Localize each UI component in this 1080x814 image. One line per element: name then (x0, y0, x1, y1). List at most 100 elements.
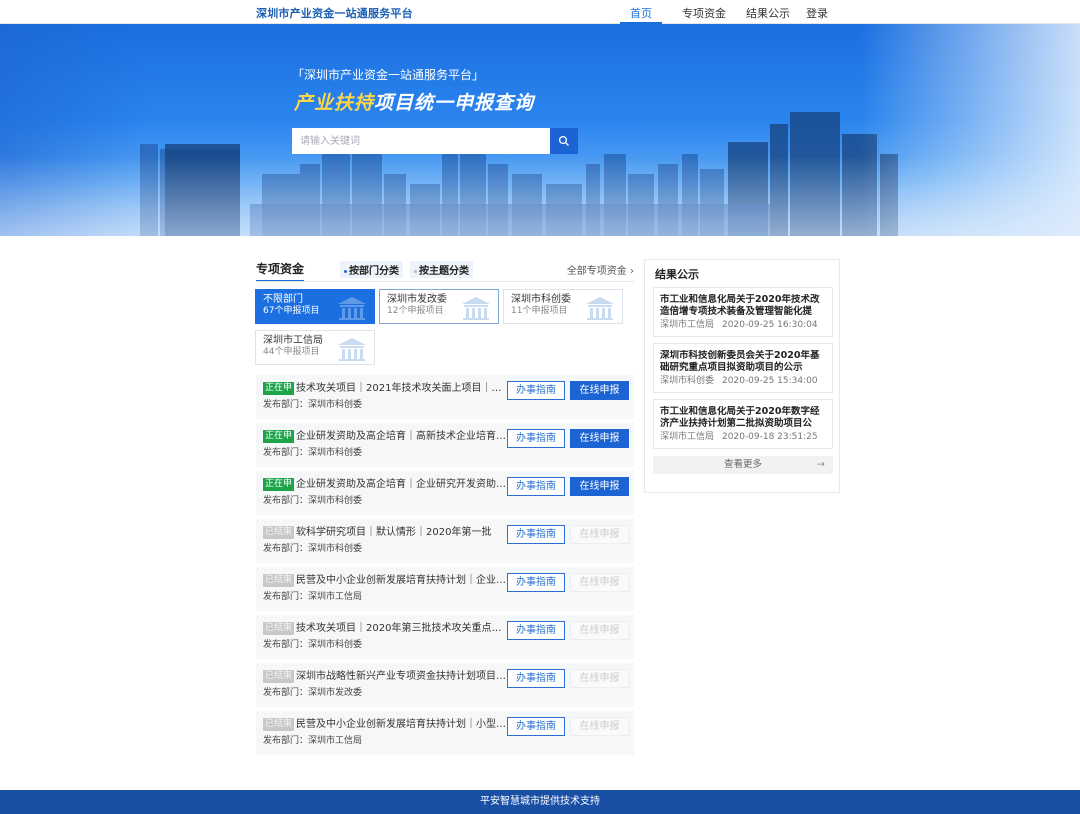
apply-online-button-disabled: 在线申报 (570, 525, 629, 544)
dept-card-miit[interactable]: 深圳市工信局 44个申报项目 (255, 330, 375, 365)
apply-online-button[interactable]: 在线申报 (570, 477, 629, 496)
status-badge: 已结束 (263, 670, 295, 683)
dot-icon (414, 269, 417, 273)
status-badge: 已结束 (263, 526, 295, 539)
banner-title: 产业扶持项目统一申报查询 (294, 88, 534, 115)
project-title[interactable]: 深圳市战略性新兴产业专项资金扶持计划项目审... (296, 670, 506, 683)
building-icon (462, 297, 490, 320)
nav-home[interactable]: 首页 (620, 0, 662, 24)
result-dept: 深圳市工信局 (660, 320, 715, 330)
tabs-divider (256, 281, 634, 282)
apply-online-button[interactable]: 在线申报 (570, 381, 629, 400)
search-input[interactable] (292, 128, 550, 154)
project-item: 正在申 技术攻关项目｜2021年技术攻关面上项目｜2021年... 发布部门：深… (256, 375, 634, 419)
guide-button[interactable]: 办事指南 (507, 429, 565, 448)
project-department: 发布部门：深圳市科创委 (263, 496, 363, 506)
dot-icon (344, 269, 347, 273)
result-title: 市工业和信息化局关于2020年技术改造倍增专项技术装备及管理智能化提升... (660, 294, 820, 317)
result-meta: 深圳市工信局 2020-09-25 16:30:04 (660, 319, 826, 331)
nav-special-funds[interactable]: 专项资金 (682, 0, 726, 24)
banner-subtitle: 「深圳市产业资金一站通服务平台」 (292, 68, 485, 82)
project-department: 发布部门：深圳市科创委 (263, 544, 363, 554)
status-badge: 已结束 (263, 718, 295, 731)
results-title: 结果公示 (655, 268, 699, 281)
main-nav: 首页 专项资金 结果公示 (620, 0, 810, 24)
dept-card-all[interactable]: 不限部门 67个申报项目 (255, 289, 375, 324)
building-icon (586, 297, 614, 320)
chevron-right-icon: › (630, 266, 634, 277)
result-meta: 深圳市工信局 2020-09-18 23:51:25 (660, 431, 826, 443)
project-title[interactable]: 技术攻关项目｜2020年第三批技术攻关重点项... (296, 622, 506, 635)
result-item[interactable]: 市工业和信息化局关于2020年技术改造倍增专项技术装备及管理智能化提升... 深… (653, 287, 833, 337)
project-department: 发布部门：深圳市科创委 (263, 400, 363, 410)
result-meta: 深圳市科创委 2020-09-25 15:34:00 (660, 375, 826, 387)
project-item: 已结束 软科学研究项目｜默认情形｜2020年第一批 发布部门：深圳市科创委 办事… (256, 519, 634, 563)
status-badge: 已结束 (263, 622, 295, 635)
guide-button[interactable]: 办事指南 (507, 669, 565, 688)
guide-button[interactable]: 办事指南 (507, 573, 565, 592)
project-item: 已结束 民营及中小企业创新发展培育扶持计划｜企业国... 发布部门：深圳市工信局… (256, 567, 634, 611)
hero-banner: 「深圳市产业资金一站通服务平台」 产业扶持项目统一申报查询 (0, 24, 1080, 236)
apply-online-button[interactable]: 在线申报 (570, 429, 629, 448)
search-button[interactable] (550, 128, 578, 154)
site-title[interactable]: 深圳市产业资金一站通服务平台 (256, 5, 413, 21)
apply-online-button-disabled: 在线申报 (570, 717, 629, 736)
project-title[interactable]: 企业研发资助及高企培育｜企业研究开发资助｜2021... (296, 478, 506, 491)
project-title[interactable]: 企业研发资助及高企培育｜高新技术企业培育资助... (296, 430, 506, 443)
apply-online-button-disabled: 在线申报 (570, 669, 629, 688)
result-item[interactable]: 市工业和信息化局关于2020年数字经济产业扶持计划第二批拟资助项目公示... 深… (653, 399, 833, 449)
result-dept: 深圳市科创委 (660, 376, 715, 386)
result-title: 市工业和信息化局关于2020年数字经济产业扶持计划第二批拟资助项目公示... (660, 406, 820, 429)
project-title[interactable]: 软科学研究项目｜默认情形｜2020年第一批 (296, 526, 506, 539)
status-badge: 已结束 (263, 574, 295, 587)
project-item: 已结束 技术攻关项目｜2020年第三批技术攻关重点项... 发布部门：深圳市科创… (256, 615, 634, 659)
tab-by-department[interactable]: 按部门分类 (340, 261, 403, 278)
banner-haze (0, 156, 1080, 236)
project-department: 发布部门：深圳市工信局 (263, 592, 363, 602)
project-title[interactable]: 民营及中小企业创新发展培育扶持计划｜小型微... (296, 718, 506, 731)
tab-by-topic[interactable]: 按主题分类 (410, 261, 473, 278)
guide-button[interactable]: 办事指南 (507, 621, 565, 640)
project-item: 正在申 企业研发资助及高企培育｜企业研究开发资助｜2021... 发布部门：深圳… (256, 471, 634, 515)
arrow-right-icon: → (817, 459, 825, 470)
login-link[interactable]: 登录 (806, 5, 828, 21)
result-time: 2020-09-25 16:30:04 (722, 320, 818, 330)
see-more-button[interactable]: 查看更多 → (653, 456, 833, 474)
tab-special-funds[interactable]: 专项资金 (256, 260, 305, 282)
nav-results[interactable]: 结果公示 (746, 0, 790, 24)
project-item: 已结束 民营及中小企业创新发展培育扶持计划｜小型微... 发布部门：深圳市工信局… (256, 711, 634, 755)
all-funds-link[interactable]: 全部专项资金 › (567, 262, 634, 277)
apply-online-button-disabled: 在线申报 (570, 621, 629, 640)
result-time: 2020-09-25 15:34:00 (722, 376, 818, 386)
search-icon (558, 135, 569, 146)
result-item[interactable]: 深圳市科技创新委员会关于2020年基础研究重点项目拟资助项目的公示 深圳市科创委… (653, 343, 833, 393)
building-icon (338, 338, 366, 361)
project-title[interactable]: 技术攻关项目｜2021年技术攻关面上项目｜2021年... (296, 382, 506, 395)
tab-by-topic-label: 按主题分类 (419, 266, 469, 277)
guide-button[interactable]: 办事指南 (507, 717, 565, 736)
result-dept: 深圳市工信局 (660, 432, 715, 442)
dept-card-sti[interactable]: 深圳市科创委 11个申报项目 (503, 289, 623, 324)
guide-button[interactable]: 办事指南 (507, 477, 565, 496)
footer: 平安智慧城市提供技术支持 (0, 790, 1080, 814)
see-more-label: 查看更多 (723, 459, 762, 470)
project-department: 发布部门：深圳市工信局 (263, 736, 363, 746)
project-department: 发布部门：深圳市科创委 (263, 448, 363, 458)
project-item: 正在申 企业研发资助及高企培育｜高新技术企业培育资助... 发布部门：深圳市科创… (256, 423, 634, 467)
building-icon (338, 297, 366, 320)
guide-button[interactable]: 办事指南 (507, 525, 565, 544)
project-title[interactable]: 民营及中小企业创新发展培育扶持计划｜企业国... (296, 574, 506, 587)
results-panel: 结果公示 市工业和信息化局关于2020年技术改造倍增专项技术装备及管理智能化提升… (644, 259, 840, 493)
guide-button[interactable]: 办事指南 (507, 381, 565, 400)
banner-title-highlight: 产业扶持 (294, 92, 375, 114)
all-funds-label: 全部专项资金 (566, 266, 627, 277)
status-badge: 正在申 (263, 430, 295, 443)
status-badge: 正在申 (263, 382, 295, 395)
result-time: 2020-09-18 23:51:25 (722, 432, 818, 442)
status-badge: 正在申 (263, 478, 295, 491)
apply-online-button-disabled: 在线申报 (570, 573, 629, 592)
top-navbar: 深圳市产业资金一站通服务平台 首页 专项资金 结果公示 登录 (0, 0, 1080, 24)
banner-title-rest: 项目统一申报查询 (374, 92, 535, 114)
dept-card-drc[interactable]: 深圳市发改委 12个申报项目 (379, 289, 499, 324)
tab-by-department-label: 按部门分类 (349, 266, 399, 277)
